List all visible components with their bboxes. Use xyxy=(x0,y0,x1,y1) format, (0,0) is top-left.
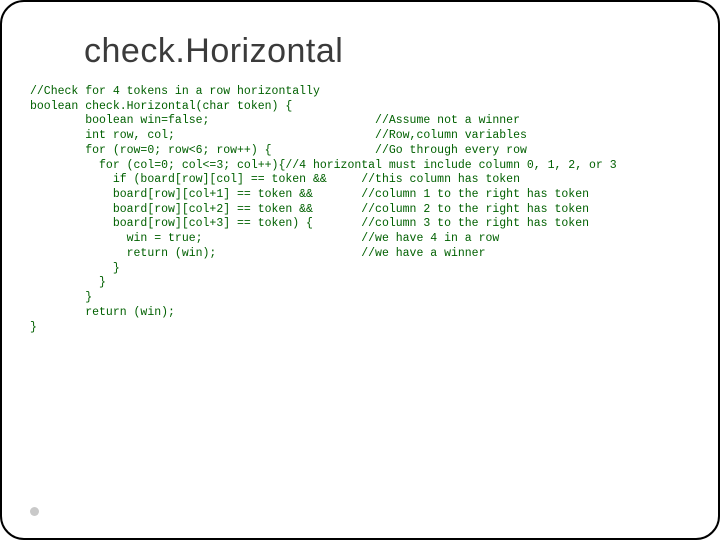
code-block: //Check for 4 tokens in a row horizontal… xyxy=(30,85,694,335)
corner-dot-icon xyxy=(30,507,39,516)
slide-frame: check.Horizontal //Check for 4 tokens in… xyxy=(0,0,720,540)
slide-title: check.Horizontal xyxy=(84,32,694,71)
